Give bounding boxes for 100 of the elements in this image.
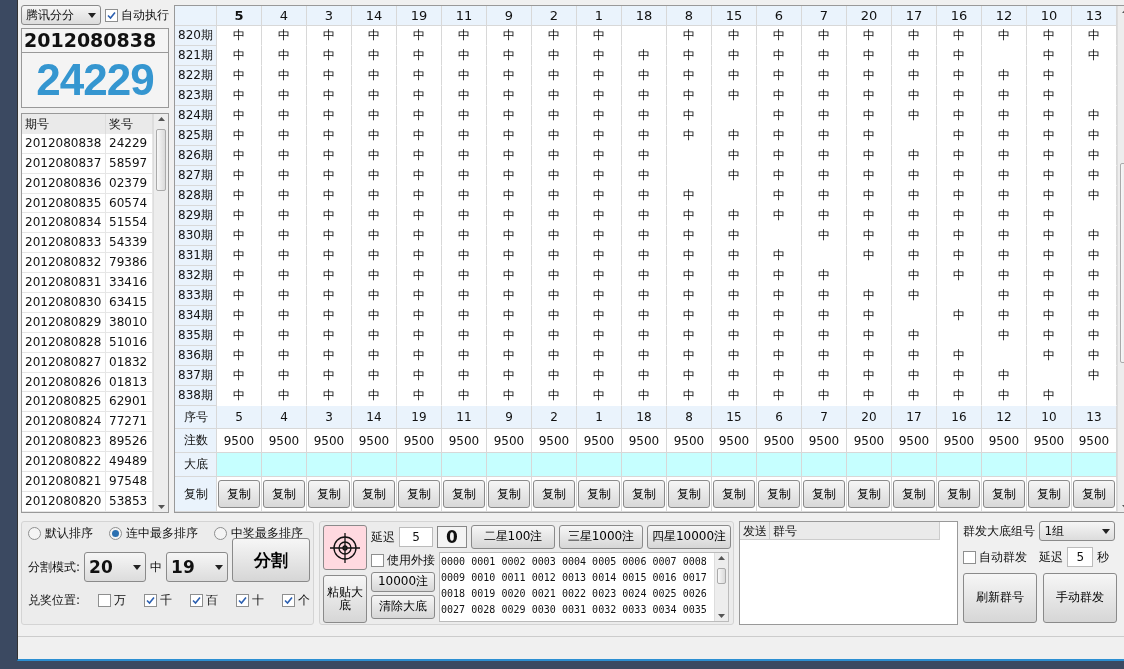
input-field[interactable] [352,453,397,477]
radio-button[interactable] [214,527,227,540]
table-cell: 2012080822 [22,452,106,472]
delay-input[interactable]: 5 [1067,547,1094,567]
input-field[interactable] [217,453,262,477]
count-display: 0 [437,526,467,548]
checkbox[interactable] [282,594,296,607]
input-field[interactable] [397,453,442,477]
table-cell: 4 [262,406,307,429]
table-cell: 9500 [982,429,1027,453]
table-cell: 14 [352,406,397,429]
split-from-dropdown[interactable]: 20 [84,552,147,582]
input-field[interactable] [487,453,532,477]
radio-button[interactable] [109,527,122,540]
seconds-label: 秒 [1097,548,1110,566]
copy-button[interactable]: 复制 [1073,480,1115,508]
table-cell: 1 [577,406,622,429]
column-header: 9 [487,6,532,26]
table-cell: 18 [622,406,667,429]
row-header: 835期 [175,326,217,346]
copy-button[interactable]: 复制 [578,480,620,508]
checkbox[interactable] [190,594,204,607]
number-item: 0031 [561,603,587,617]
column-header: 7 [802,6,847,26]
input-field[interactable] [622,453,667,477]
input-field[interactable] [892,453,937,477]
input-field[interactable] [262,453,307,477]
input-field[interactable] [532,453,577,477]
input-field[interactable] [937,453,982,477]
copy-button[interactable]: 复制 [803,480,845,508]
checkbox-label: 个 [298,592,311,609]
numbers-box[interactable]: 0000 0001 0002 0003 0004 0005 0006 0007 0008 0009 0010 0011 0012 0013 0014 0015 0016 0017 0018 0019 0020 0021 0022 0023 0024 0025 0026 0027 0028 0029 0030 0031 0032 0033 0034 0035 [439,552,729,622]
paste-base-button[interactable]: 粘贴大底 [323,575,367,623]
copy-button[interactable]: 复制 [353,480,395,508]
row-header: 821期 [175,46,217,66]
input-field[interactable] [802,453,847,477]
copy-button[interactable]: 复制 [488,480,530,508]
copy-button[interactable]: 复制 [668,480,710,508]
table-cell: 2012080820 [22,491,106,511]
source-dropdown[interactable]: 腾讯分分 [21,5,101,25]
checkbox[interactable] [105,8,118,22]
bet-button[interactable]: 四星10000注 [647,525,731,549]
number-item: 0022 [561,587,587,601]
copy-button[interactable]: 复制 [1028,480,1070,508]
checkbox[interactable] [144,594,158,607]
checkbox[interactable] [371,554,384,567]
count-button[interactable]: 10000注 [371,572,435,592]
checkbox[interactable] [236,594,250,607]
column-header: 14 [352,6,397,26]
input-field[interactable] [847,453,892,477]
split-to-dropdown[interactable]: 19 [166,552,229,582]
copy-button[interactable]: 复制 [758,480,800,508]
number-item: 0030 [531,603,557,617]
bet-button[interactable]: 二星100注 [471,525,555,549]
send-list[interactable]: 发送 群号 [739,521,959,625]
number-item: 0032 [592,603,618,617]
input-field[interactable] [307,453,352,477]
copy-button[interactable]: 复制 [938,480,980,508]
input-field[interactable] [1072,453,1117,477]
bet-button[interactable]: 三星1000注 [559,525,643,549]
copy-button[interactable]: 复制 [308,480,350,508]
column-header: 8 [667,6,712,26]
radio-label: 默认排序 [45,525,93,542]
checkbox-label: 十 [252,592,265,609]
copy-button[interactable]: 复制 [398,480,440,508]
copy-button[interactable]: 复制 [713,480,755,508]
copy-button[interactable]: 复制 [848,480,890,508]
input-field[interactable] [442,453,487,477]
delay-input[interactable]: 5 [399,527,433,547]
group-send-button[interactable]: 刷新群号 [963,573,1038,623]
prize-position-label: 兑奖位置: [28,592,81,609]
input-field[interactable] [577,453,622,477]
copy-button[interactable]: 复制 [218,480,260,508]
copy-button[interactable]: 复制 [983,480,1025,508]
input-field[interactable] [1027,453,1072,477]
copy-button[interactable]: 复制 [893,480,935,508]
checkbox[interactable] [963,550,977,564]
table-cell: 9500 [307,429,352,453]
caret-icon [1102,528,1111,534]
copy-button[interactable]: 复制 [263,480,305,508]
input-field[interactable] [712,453,757,477]
target-button[interactable] [323,525,367,570]
row-header: 828期 [175,186,217,206]
input-field[interactable] [757,453,802,477]
checkbox[interactable] [98,594,112,607]
table-cell: 2 [532,406,577,429]
table-cell: 2012080825 [22,392,106,412]
copy-button[interactable]: 复制 [623,480,665,508]
copy-button[interactable]: 复制 [443,480,485,508]
radio-button[interactable] [28,527,41,540]
group-dropdown[interactable]: 1组 [1039,521,1116,541]
input-field[interactable] [667,453,712,477]
row-header: 837期 [175,366,217,386]
table-cell: 9500 [442,429,487,453]
copy-button[interactable]: 复制 [533,480,575,508]
group-send-button[interactable]: 手动群发 [1043,573,1118,623]
split-button[interactable]: 分割 [232,538,311,582]
clear-base-button[interactable]: 清除大底 [371,595,435,619]
delay-label: 延迟 [1039,548,1064,566]
input-field[interactable] [982,453,1027,477]
